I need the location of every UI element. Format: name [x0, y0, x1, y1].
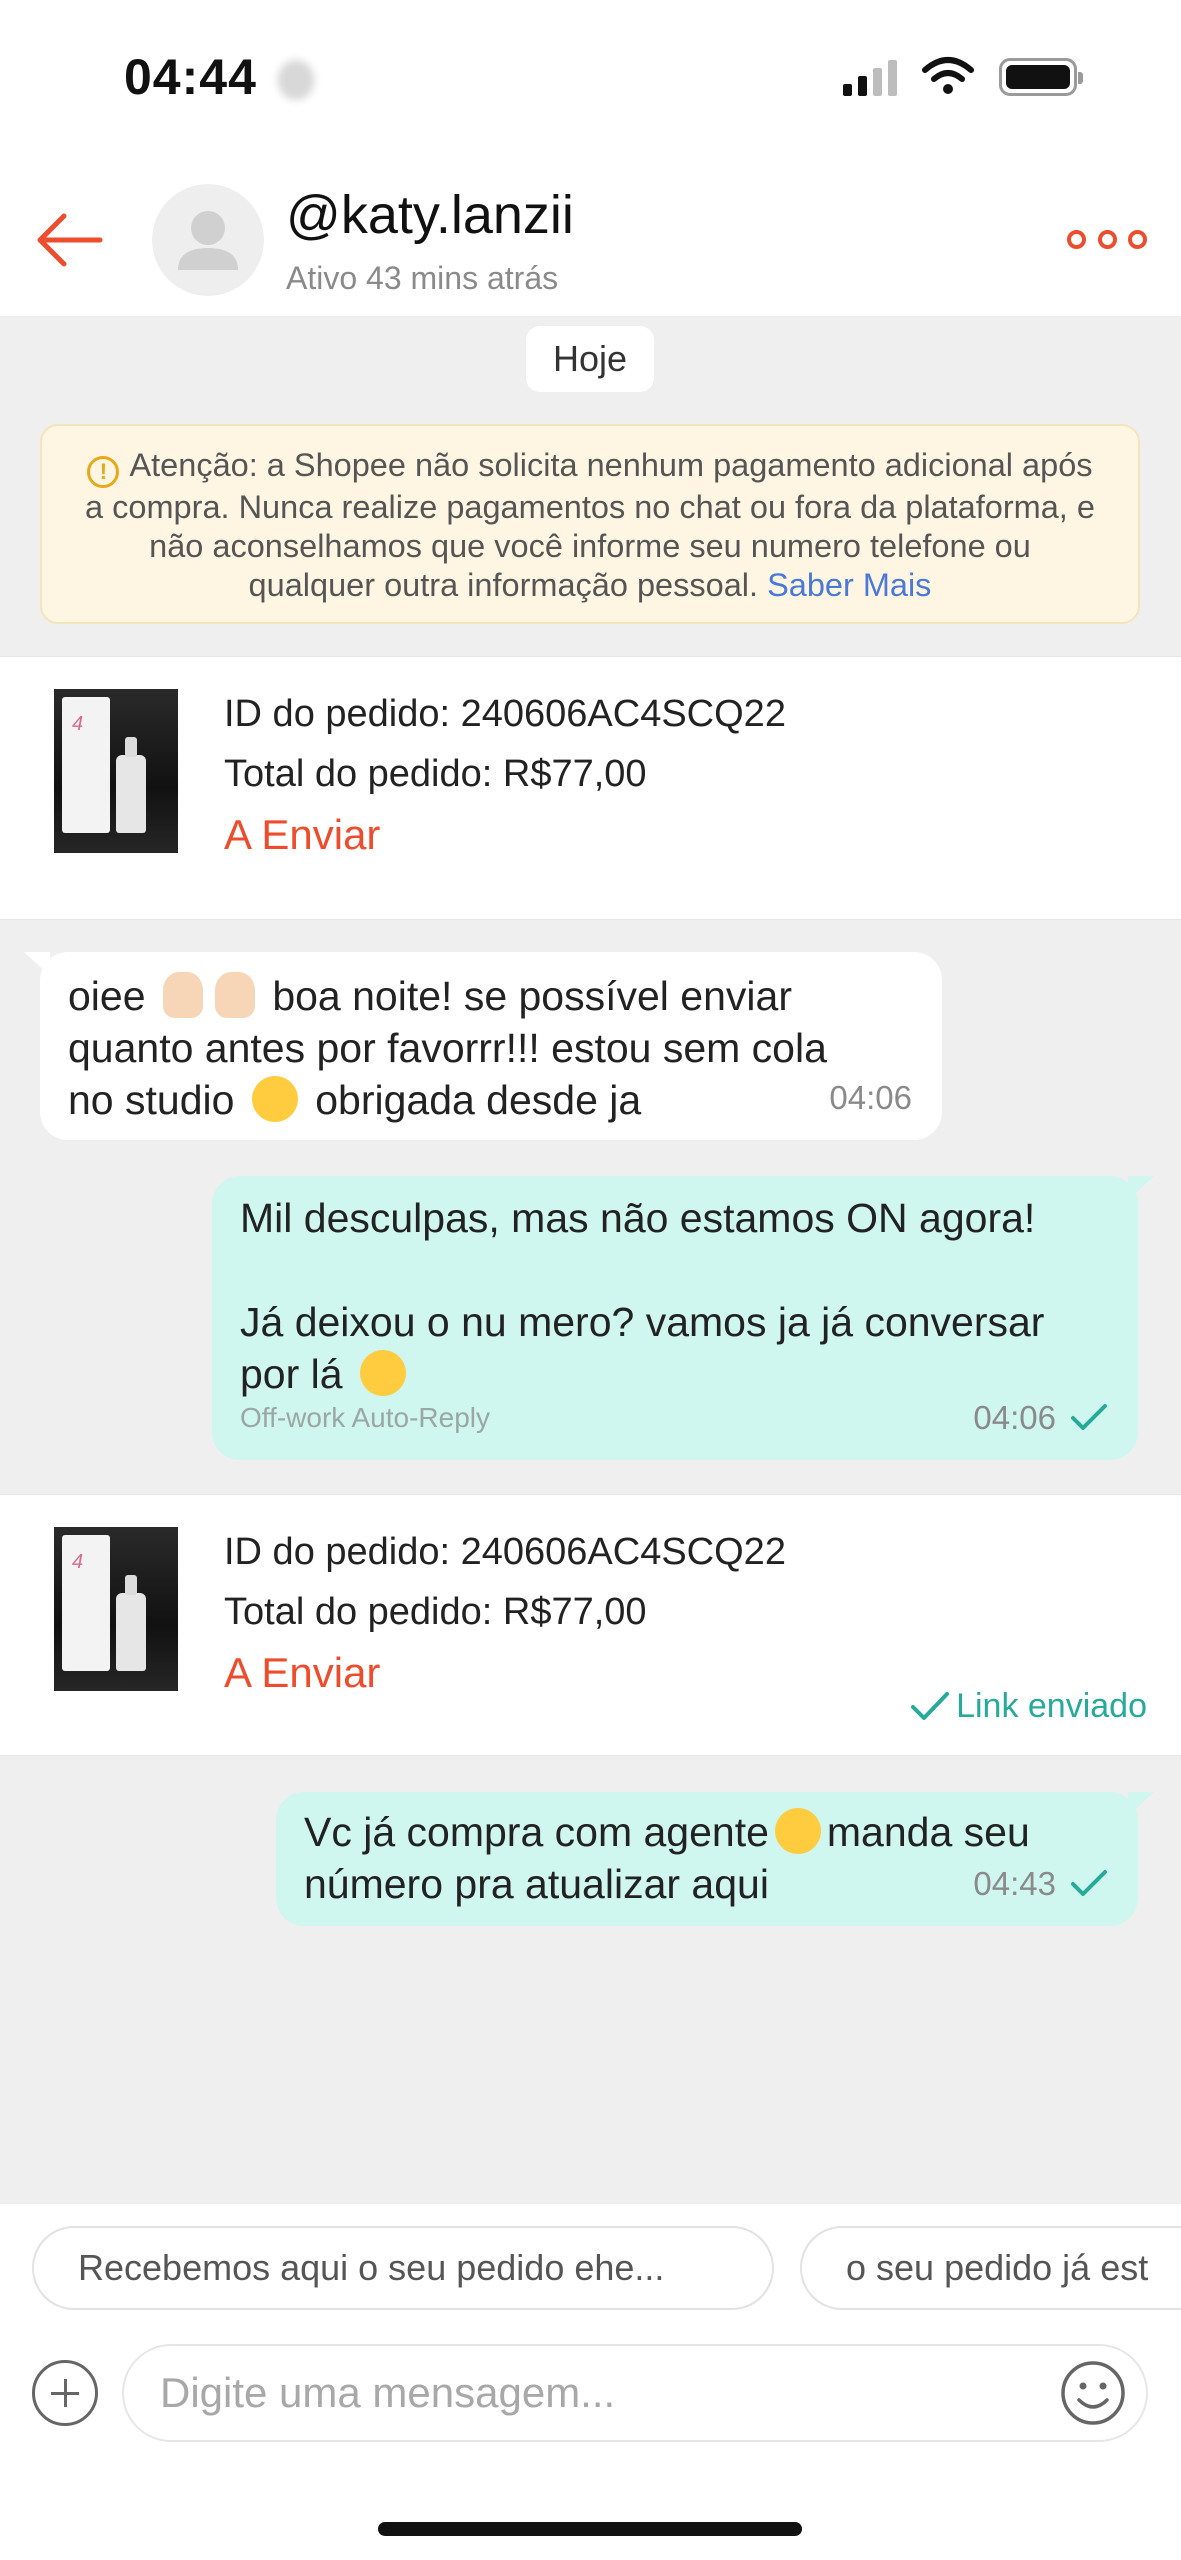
link-sent-indicator: Link enviado — [910, 1687, 1147, 1726]
wifi-icon — [922, 57, 974, 94]
dot-icon — [1097, 229, 1117, 249]
message-time: 04:06 — [829, 1079, 912, 1116]
quick-reply-chip[interactable]: Recebemos aqui o seu pedido ehe... — [32, 2226, 774, 2310]
blurred-indicator — [278, 60, 314, 100]
crying-face-emoji-icon — [251, 1076, 298, 1122]
message-line: quanto antes por favorrr!!! estou sem co… — [68, 1025, 827, 1071]
message-time: 04:43 — [973, 1865, 1056, 1902]
message-line: Vc já compra com agente manda seu — [304, 1808, 1030, 1855]
arrow-left-icon — [37, 213, 103, 267]
message-line: Mil desculpas, mas não estamos ON agora! — [240, 1195, 1036, 1241]
order-total: Total do pedido: R$77,00 — [224, 1591, 647, 1633]
quick-reply-chip[interactable]: o seu pedido já est — [800, 2226, 1181, 2310]
status-bar: 04:44 — [0, 0, 1181, 160]
date-separator: Hoje — [526, 326, 654, 392]
message-line: oiee boa noite! se possível enviar — [68, 972, 792, 1019]
incoming-message[interactable]: oiee boa noite! se possível enviar quant… — [24, 952, 942, 1140]
status-time: 04:44 — [124, 49, 257, 105]
dot-icon — [1128, 229, 1147, 249]
security-notice: ! Atenção: a Shopee não solicita nenhum p… — [40, 424, 1140, 624]
chat-header: @katy.lanzii Ativo 43 mins atrás — [0, 160, 1181, 316]
auto-reply-tag: Off-work Auto-Reply — [240, 1402, 491, 1433]
composer-area: Recebemos aqui o seu pedido ehe... o seu… — [0, 2204, 1181, 2560]
product-image: 4 — [54, 689, 178, 853]
order-total: Total do pedido: R$77,00 — [224, 753, 647, 795]
folded-hands-emoji-icon — [214, 972, 255, 1018]
folded-hands-emoji-icon — [162, 972, 203, 1018]
message-time-row: 04:06 — [973, 1392, 1108, 1444]
contact-username: @katy.lanzii — [286, 185, 574, 245]
order-id: ID do pedido: 240606AC4SCQ22 — [224, 1531, 786, 1573]
user-placeholder-icon — [178, 211, 238, 270]
outgoing-auto-reply-message[interactable]: Mil desculpas, mas não estamos ON agora!… — [212, 1176, 1154, 1460]
outgoing-message[interactable]: Vc já compra com agente manda seu número … — [276, 1792, 1154, 1926]
order-status: A Enviar — [224, 1649, 381, 1696]
message-time-row: 04:43 — [973, 1858, 1108, 1910]
checkmark-icon — [1071, 1404, 1107, 1430]
notice-text: Atenção: a Shopee não solicita nenhum pa… — [85, 447, 1095, 603]
cellular-signal-icon — [843, 60, 897, 96]
warning-icon: ! — [87, 456, 120, 488]
checkmark-icon — [911, 1691, 950, 1720]
avatar[interactable] — [152, 184, 264, 296]
quick-replies: Recebemos aqui o seu pedido ehe... o seu… — [0, 2226, 1181, 2312]
order-id: ID do pedido: 240606AC4SCQ22 — [224, 693, 786, 735]
battery-icon — [999, 58, 1083, 96]
status-icons — [843, 56, 1083, 96]
order-card[interactable]: 4 ID do pedido: 240606AC4SCQ22 Total do … — [0, 656, 1181, 920]
smiling-face-emoji-icon — [359, 1350, 406, 1396]
message-input[interactable] — [122, 2344, 1148, 2442]
add-attachment-button[interactable] — [32, 2360, 98, 2426]
back-button[interactable] — [30, 205, 110, 275]
message-line: no studio obrigada desde ja — [68, 1076, 642, 1123]
dot-icon — [1067, 229, 1086, 249]
learn-more-link[interactable]: Saber Mais — [767, 567, 931, 603]
contact-active-status: Ativo 43 mins atrás — [286, 260, 559, 296]
product-image: 4 — [54, 1527, 178, 1691]
checkmark-icon — [1071, 1870, 1107, 1896]
order-card[interactable]: 4 ID do pedido: 240606AC4SCQ22 Total do … — [0, 1494, 1181, 1756]
message-line: Já deixou o nu mero? vamos ja já convers… — [240, 1299, 1045, 1345]
emoji-picker-icon[interactable] — [1058, 2358, 1128, 2428]
message-time: 04:06 — [973, 1399, 1056, 1436]
link-sent-label: Link enviado — [956, 1687, 1147, 1725]
heart-eyes-emoji-icon — [774, 1808, 821, 1854]
more-options-button[interactable] — [1067, 224, 1147, 254]
home-indicator[interactable] — [378, 2522, 802, 2536]
order-status: A Enviar — [224, 811, 381, 858]
